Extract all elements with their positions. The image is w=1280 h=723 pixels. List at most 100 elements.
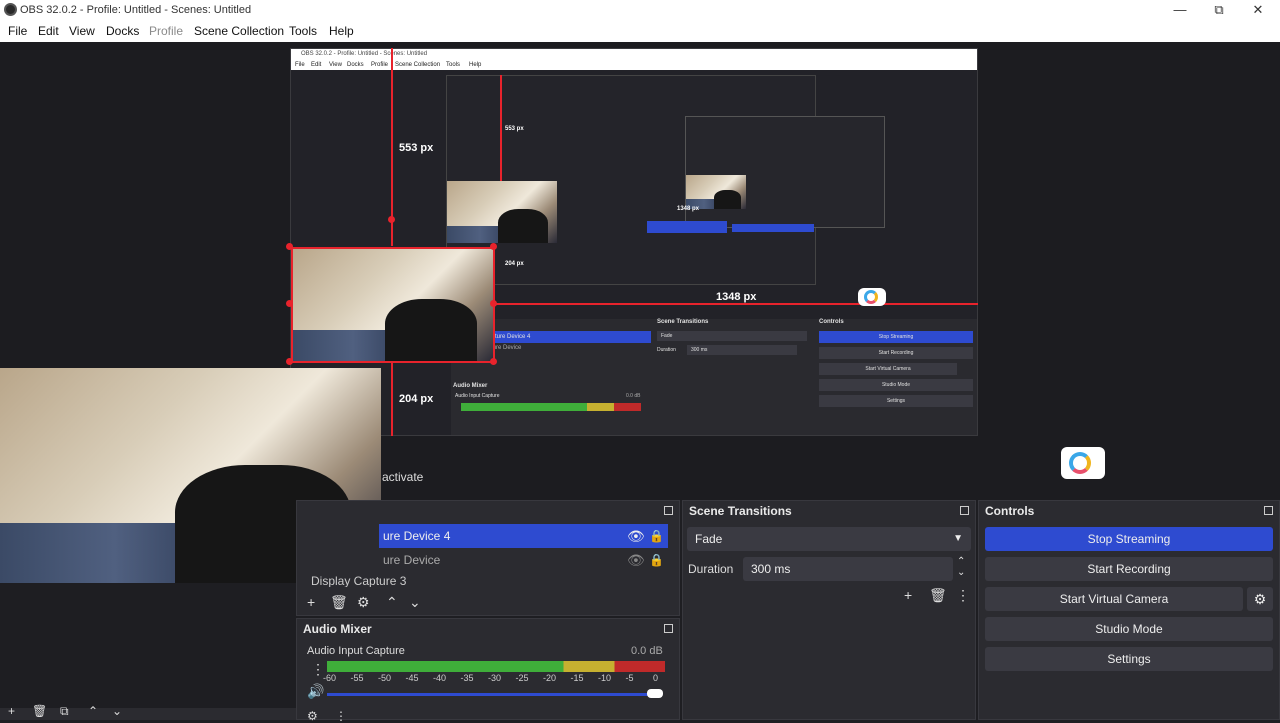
audio-meter (327, 661, 665, 672)
volume-slider-handle[interactable] (647, 689, 663, 698)
start-virtual-camera-button[interactable]: Start Virtual Camera (985, 587, 1243, 611)
measure-line-vertical-bottom (391, 362, 393, 436)
nested-menu-edit: Edit (311, 62, 322, 68)
virtual-camera-settings-gear-icon[interactable]: ⚙ (1247, 587, 1273, 611)
scenes-panel-toolbar: + 🗑 ⧉ ⌃ ⌄ (0, 704, 296, 720)
nested-display-capture[interactable]: OBS 32.0.2 - Profile: Untitled - Scenes:… (290, 48, 978, 436)
add-icon[interactable]: + (904, 587, 912, 603)
eye-icon[interactable]: 👁 (627, 524, 645, 548)
studio-mode-button[interactable]: Studio Mode (985, 617, 1273, 641)
nested-menu-scene-collection: Scene Collection (395, 62, 441, 68)
nested-menu-view: View (329, 62, 342, 68)
nested-start-recording: Start Recording (819, 347, 973, 359)
start-recording-button[interactable]: Start Recording (985, 557, 1273, 581)
menu-edit[interactable]: Edit (38, 24, 59, 38)
stop-streaming-button[interactable]: Stop Streaming (985, 527, 1273, 551)
measure-label-height-top: 553 px (399, 142, 434, 154)
speaker-icon[interactable]: 🔊 (307, 683, 324, 700)
measure-line-vertical-nested (500, 75, 502, 181)
nested-fade: Fade (657, 331, 807, 341)
chevron-down-icon: ▼ (953, 533, 963, 544)
volume-slider-track[interactable] (327, 693, 657, 696)
meter-tick-label: -40 (433, 673, 447, 683)
source-row-selected[interactable]: ure Device 4 👁 🔒 (379, 524, 668, 548)
audio-mixer-title: Audio Mixer (303, 622, 372, 636)
eye-hidden-icon[interactable]: 👁 (627, 548, 645, 572)
spin-up-icon[interactable]: ⌃ (957, 556, 965, 567)
activate-text: activate (382, 470, 424, 484)
nested-measure-side-small: 204 px (505, 261, 524, 267)
transition-value: Fade (695, 532, 723, 546)
filter-icon[interactable]: ⧉ (60, 704, 69, 719)
audio-mixer-panel: Audio Mixer Audio Input Capture 0.0 dB ⋮… (296, 618, 680, 723)
dock-float-icon[interactable] (960, 506, 969, 515)
menu-tools[interactable]: Tools (289, 24, 317, 38)
nested-audio-mixer-title: Audio Mixer (453, 383, 488, 389)
move-down-icon[interactable]: ⌄ (409, 594, 421, 611)
measure-line-horizontal (495, 303, 978, 305)
nested-title: OBS 32.0.2 - Profile: Untitled - Scenes:… (291, 49, 977, 60)
overlay-app-icon[interactable] (1061, 447, 1105, 479)
add-icon[interactable]: + (8, 704, 15, 718)
nested-source-selected-2 (647, 221, 727, 233)
move-up-icon[interactable]: ⌃ (88, 704, 98, 718)
handle-dot[interactable] (286, 243, 293, 250)
audio-level-db: 0.0 dB (631, 645, 663, 657)
handle-dot[interactable] (490, 243, 497, 250)
audio-meter-ticks: -60 -55 -50 -45 -40 -35 -30 -25 -20 -15 -10 -5 0 (323, 673, 665, 685)
lock-icon[interactable]: 🔒 (649, 548, 664, 572)
menu-help[interactable]: Help (329, 24, 354, 38)
mixer-menu-icon[interactable]: ⋮ (335, 709, 347, 723)
nested-source-other: ture Device (491, 345, 522, 351)
nested-meter (461, 403, 641, 411)
sources-panel: ure Device 4 👁 🔒 ure Device 👁 🔒 Display … (296, 500, 680, 616)
nested-source-selected: ture Device 4 (491, 331, 651, 343)
dock-float-icon[interactable] (1264, 506, 1273, 515)
more-icon[interactable]: ⋮ (956, 587, 970, 604)
nested-measure-height-small: 553 px (505, 126, 524, 132)
dock-float-icon[interactable] (664, 506, 673, 515)
transition-select[interactable]: Fade ▼ (687, 527, 971, 551)
restore-button[interactable]: ⧉ (1199, 1, 1239, 19)
window-title: OBS 32.0.2 - Profile: Untitled - Scenes:… (20, 4, 252, 16)
source-row[interactable]: Display Capture 3 (307, 575, 668, 587)
menu-profile[interactable]: Profile (149, 24, 183, 38)
gear-icon[interactable]: ⚙ (357, 594, 370, 611)
source-row[interactable]: ure Device 👁 🔒 (379, 548, 668, 572)
handle-dot[interactable] (286, 300, 293, 307)
spin-down-icon[interactable]: ⌄ (957, 567, 965, 578)
minimize-button[interactable]: — (1160, 1, 1200, 19)
nested-start-virtual-camera: Start Virtual Camera (819, 363, 957, 375)
source-label: ure Device 4 (383, 529, 451, 543)
add-icon[interactable]: + (307, 594, 315, 610)
meter-tick-label: -5 (625, 673, 634, 683)
handle-dot[interactable] (490, 358, 497, 365)
overlay-app-icon-small (858, 288, 886, 306)
nested-audio-input: Audio Input Capture (455, 393, 500, 399)
menu-docks[interactable]: Docks (106, 24, 139, 38)
lock-icon[interactable]: 🔒 (649, 524, 664, 548)
trash-icon[interactable]: 🗑 (929, 587, 947, 604)
close-button[interactable]: ✕ (1238, 1, 1278, 19)
trash-icon[interactable]: 🗑 (330, 594, 348, 611)
measure-label-height-side: 204 px (399, 393, 434, 405)
handle-dot[interactable] (490, 300, 497, 307)
nested-stop-streaming-2 (732, 224, 814, 232)
meter-tick-label: -45 (405, 673, 419, 683)
settings-button[interactable]: Settings (985, 647, 1273, 671)
duration-input[interactable]: 300 ms (743, 557, 953, 581)
menu-view[interactable]: View (69, 24, 95, 38)
move-down-icon[interactable]: ⌄ (112, 704, 122, 718)
nested-docks: ture Device 4 ture Device Scene Transiti… (451, 319, 977, 435)
handle-dot[interactable] (388, 216, 395, 223)
menu-file[interactable]: File (8, 24, 27, 38)
move-up-icon[interactable]: ⌃ (386, 594, 398, 611)
nested-camera-2 (447, 181, 557, 243)
menu-scene-collection[interactable]: Scene Collection (194, 24, 284, 38)
mixer-settings-icon[interactable]: ⚙ (307, 709, 318, 723)
meter-tick-label: -30 (488, 673, 502, 683)
trash-icon[interactable]: 🗑 (32, 704, 47, 718)
dock-float-icon[interactable] (664, 624, 673, 633)
nested-db: 0.0 dB (626, 393, 641, 399)
handle-dot[interactable] (286, 358, 293, 365)
